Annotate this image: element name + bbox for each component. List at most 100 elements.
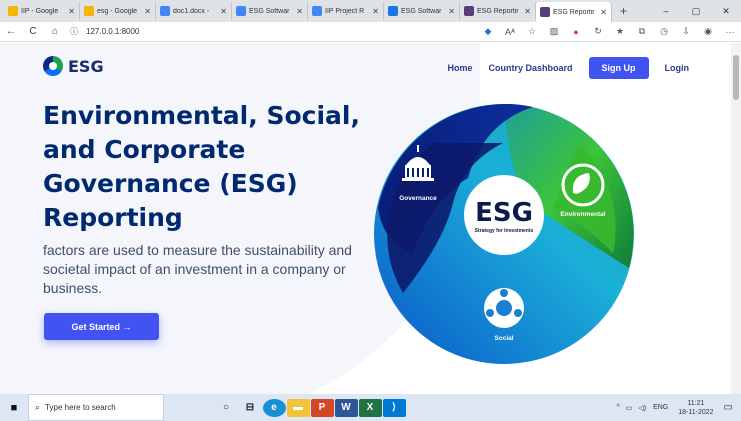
google-docs-icon bbox=[236, 6, 246, 16]
google-drive-icon bbox=[8, 6, 18, 16]
refresh-icon[interactable]: C bbox=[22, 26, 44, 37]
vscode-icon[interactable]: ⟩ bbox=[382, 398, 406, 417]
powerpoint-icon[interactable]: P bbox=[310, 398, 334, 417]
extensions-icon[interactable]: ▨ bbox=[543, 26, 565, 37]
nav-home-link[interactable]: Home bbox=[447, 63, 472, 73]
site-navbar: Home Country Dashboard Sign Up Login bbox=[431, 56, 731, 80]
taskbar-clock[interactable]: 11:21 18-11-2022 bbox=[678, 399, 713, 417]
logo-text: ESG bbox=[68, 56, 104, 76]
center-sub-label: Strategy for Investments bbox=[475, 228, 534, 234]
browser-tab[interactable]: ESG Reportir ✕ bbox=[536, 2, 612, 22]
globe-icon bbox=[388, 6, 398, 16]
task-view-icon[interactable]: ⊟ bbox=[239, 399, 262, 417]
esg-hero-graphic: ESG Strategy for Investments Governance … bbox=[374, 104, 634, 364]
network-icon[interactable]: ▭ bbox=[626, 404, 633, 412]
browser-tab[interactable]: ESG Softwar ✕ bbox=[384, 2, 460, 20]
nav-login-link[interactable]: Login bbox=[665, 63, 690, 73]
tab-title: ESG Reportir bbox=[553, 8, 595, 16]
logo-mark-icon bbox=[43, 56, 63, 76]
url-text: 127.0.0.1:8000 bbox=[86, 27, 140, 36]
center-esg-label: ESG bbox=[475, 198, 533, 228]
social-icon bbox=[484, 288, 524, 328]
browser-tab[interactable]: esg - Google ✕ bbox=[80, 2, 156, 20]
word-icon[interactable]: W bbox=[334, 398, 358, 417]
tab-close-icon[interactable]: ✕ bbox=[448, 7, 455, 16]
more-icon[interactable]: ··· bbox=[719, 27, 741, 37]
get-started-button[interactable]: Get Started → bbox=[44, 313, 159, 340]
browser-toolbar-icons: ◆ Aᴬ ☆ ▨ ● ↻ ★ ⧉ ◷ ⇩ ◉ ··· bbox=[477, 26, 741, 37]
environmental-label: Environmental bbox=[560, 211, 605, 218]
tab-close-icon[interactable]: ✕ bbox=[372, 7, 379, 16]
tab-title: ESG Softwar bbox=[249, 7, 290, 15]
excel-icon[interactable]: X bbox=[358, 398, 382, 417]
search-icon: ⌕ bbox=[35, 402, 41, 412]
browser-tab[interactable]: ESG Reportir ✕ bbox=[460, 2, 536, 20]
tab-close-icon[interactable]: ✕ bbox=[524, 7, 531, 16]
tab-title: ESG Reportir bbox=[477, 7, 519, 15]
site-logo[interactable]: ESG bbox=[43, 56, 104, 76]
profile-icon[interactable]: ◉ bbox=[697, 26, 719, 37]
taskbar-apps: ○ ⊟ e ▬ P W X ⟩ bbox=[214, 398, 406, 417]
history-icon[interactable]: ◷ bbox=[653, 26, 675, 37]
browser-tab[interactable]: ESG Softwar ✕ bbox=[232, 2, 308, 20]
clock-time: 11:21 bbox=[687, 399, 705, 407]
tab-close-icon[interactable]: ✕ bbox=[144, 7, 151, 16]
adblock-icon[interactable]: ● bbox=[565, 27, 587, 37]
social-label: Social bbox=[494, 335, 513, 342]
windows-taskbar: ■ ⌕ Type here to search ○ ⊟ e ▬ P W X ⟩ … bbox=[0, 394, 741, 421]
back-icon[interactable]: ← bbox=[0, 26, 22, 37]
new-tab-icon[interactable]: + bbox=[612, 4, 635, 18]
maximize-icon[interactable]: ▢ bbox=[681, 6, 711, 17]
read-aloud-icon[interactable]: Aᴬ bbox=[499, 27, 521, 37]
notifications-icon[interactable]: ▭ bbox=[724, 402, 733, 413]
nav-country-dashboard-link[interactable]: Country Dashboard bbox=[488, 63, 572, 73]
browser-tab[interactable]: doc1.docx - ✕ bbox=[156, 2, 232, 20]
bootstrap-icon bbox=[464, 6, 474, 16]
address-bar-row: ← C ⌂ ⓘ 127.0.0.1:8000 ◆ Aᴬ ☆ ▨ ● ↻ ★ ⧉ … bbox=[0, 22, 741, 42]
cortana-icon[interactable]: ○ bbox=[215, 399, 238, 417]
tab-title: ESG Softwar bbox=[401, 7, 442, 15]
tab-close-icon[interactable]: ✕ bbox=[68, 7, 75, 16]
browser-tab-strip: IIP - Google ✕ esg - Google ✕ doc1.docx - ✕ ES… bbox=[0, 0, 741, 22]
web-page: ESG Home Country Dashboard Sign Up Login… bbox=[0, 43, 731, 394]
taskbar-search-box[interactable]: ⌕ Type here to search bbox=[28, 394, 164, 421]
tab-close-icon[interactable]: ✕ bbox=[220, 7, 227, 16]
google-docs-icon bbox=[312, 6, 322, 16]
tab-title: IIP - Google bbox=[21, 7, 59, 15]
close-window-icon[interactable]: ✕ bbox=[711, 6, 741, 17]
favorite-icon[interactable]: ☆ bbox=[521, 26, 543, 37]
collections-icon[interactable]: ⧉ bbox=[631, 26, 653, 37]
tab-title: IIP Project R bbox=[325, 7, 365, 15]
edge-icon[interactable]: e bbox=[262, 398, 286, 417]
browser-tab[interactable]: IIP - Google ✕ bbox=[4, 2, 80, 20]
tray-chevron-icon[interactable]: ^ bbox=[616, 404, 619, 411]
scrollbar-thumb[interactable] bbox=[733, 55, 739, 100]
file-explorer-icon[interactable]: ▬ bbox=[286, 398, 310, 417]
hero-description: factors are used to measure the sustaina… bbox=[43, 242, 352, 296]
tab-close-icon[interactable]: ✕ bbox=[600, 8, 607, 17]
refresh-page-icon[interactable]: ↻ bbox=[587, 26, 609, 37]
address-field[interactable]: ⓘ 127.0.0.1:8000 bbox=[70, 24, 430, 40]
minimize-icon[interactable]: – bbox=[651, 6, 681, 17]
home-icon[interactable]: ⌂ bbox=[44, 26, 66, 37]
taskbar-search-placeholder: Type here to search bbox=[45, 403, 116, 412]
downloads-icon[interactable]: ⇩ bbox=[675, 26, 697, 37]
google-drive-icon bbox=[84, 6, 94, 16]
clock-date: 18-11-2022 bbox=[678, 408, 714, 416]
tab-title: doc1.docx - bbox=[173, 7, 210, 15]
info-icon[interactable]: ⓘ bbox=[70, 26, 78, 37]
favorites-list-icon[interactable]: ★ bbox=[609, 26, 631, 37]
language-indicator[interactable]: ENG bbox=[653, 404, 668, 411]
tab-title: esg - Google bbox=[97, 7, 138, 15]
google-docs-icon bbox=[160, 6, 170, 16]
signup-button[interactable]: Sign Up bbox=[588, 57, 649, 79]
extension-icon[interactable]: ◆ bbox=[477, 26, 499, 37]
volume-icon[interactable]: ◁) bbox=[638, 404, 646, 412]
tab-close-icon[interactable]: ✕ bbox=[296, 7, 303, 16]
page-scrollbar[interactable] bbox=[731, 43, 741, 394]
hero-title: Environmental, Social, and Corporate Gov… bbox=[43, 101, 360, 232]
system-tray: ^ ▭ ◁) ENG 11:21 18-11-2022 ▭ bbox=[613, 399, 741, 417]
windows-start-icon[interactable]: ■ bbox=[0, 402, 28, 414]
window-controls: – ▢ ✕ bbox=[651, 6, 741, 17]
browser-tab[interactable]: IIP Project R ✕ bbox=[308, 2, 384, 20]
